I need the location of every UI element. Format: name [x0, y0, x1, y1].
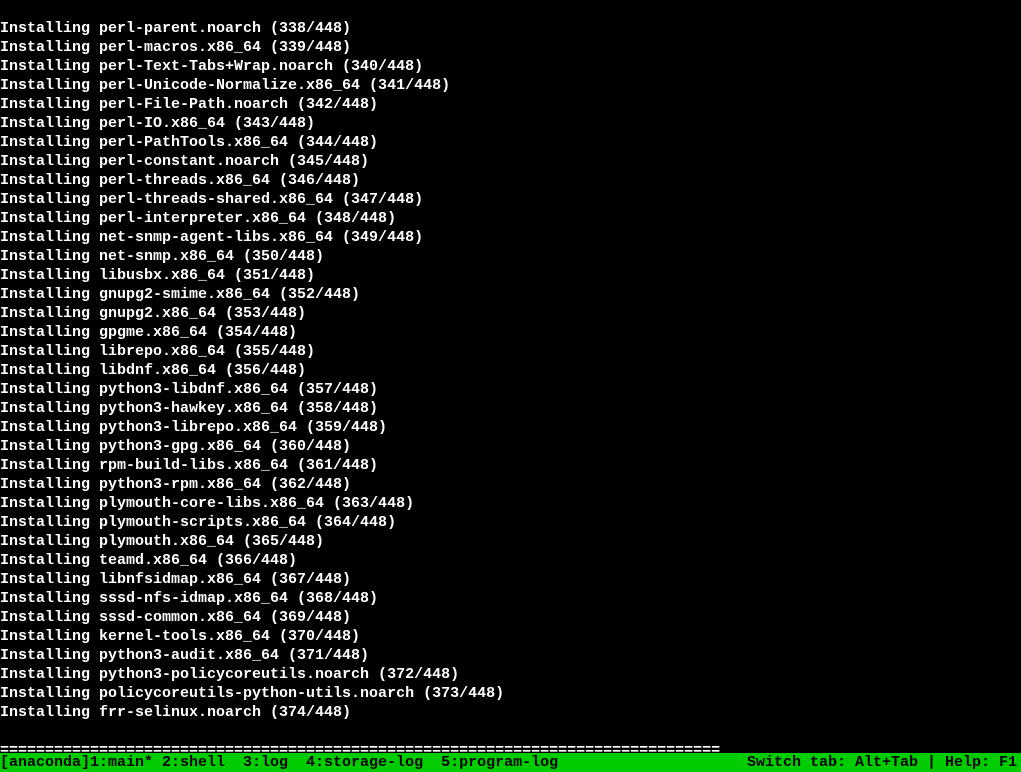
install-line: Installing python3-gpg.x86_64 (360/448)	[0, 437, 1021, 456]
install-log-block: Installing perl-parent.noarch (338/448)I…	[0, 19, 1021, 722]
install-line: Installing plymouth-scripts.x86_64 (364/…	[0, 513, 1021, 532]
install-line: Installing python3-policycoreutils.noarc…	[0, 665, 1021, 684]
install-line: Installing perl-Text-Tabs+Wrap.noarch (3…	[0, 57, 1021, 76]
install-line: Installing librepo.x86_64 (355/448)	[0, 342, 1021, 361]
status-bar-right: Switch tab: Alt+Tab | Help: F1	[747, 753, 1021, 772]
install-line: Installing perl-macros.x86_64 (339/448)	[0, 38, 1021, 57]
install-line: Installing sssd-nfs-idmap.x86_64 (368/44…	[0, 589, 1021, 608]
install-line: Installing perl-threads-shared.x86_64 (3…	[0, 190, 1021, 209]
install-line: Installing perl-threads.x86_64 (346/448)	[0, 171, 1021, 190]
install-line: Installing perl-interpreter.x86_64 (348/…	[0, 209, 1021, 228]
install-line: Installing teamd.x86_64 (366/448)	[0, 551, 1021, 570]
install-line: Installing gpgme.x86_64 (354/448)	[0, 323, 1021, 342]
install-line: Installing perl-File-Path.noarch (342/44…	[0, 95, 1021, 114]
install-line: Installing net-snmp.x86_64 (350/448)	[0, 247, 1021, 266]
install-line: Installing python3-rpm.x86_64 (362/448)	[0, 475, 1021, 494]
install-line: Installing libdnf.x86_64 (356/448)	[0, 361, 1021, 380]
install-line: Installing kernel-tools.x86_64 (370/448)	[0, 627, 1021, 646]
install-line: Installing perl-Unicode-Normalize.x86_64…	[0, 76, 1021, 95]
install-line: Installing frr-selinux.noarch (374/448)	[0, 703, 1021, 722]
install-line: Installing net-snmp-agent-libs.x86_64 (3…	[0, 228, 1021, 247]
install-line: Installing plymouth.x86_64 (365/448)	[0, 532, 1021, 551]
install-line: Installing perl-PathTools.x86_64 (344/44…	[0, 133, 1021, 152]
install-line: Installing policycoreutils-python-utils.…	[0, 684, 1021, 703]
install-line: Installing libnfsidmap.x86_64 (367/448)	[0, 570, 1021, 589]
install-line: Installing sssd-common.x86_64 (369/448)	[0, 608, 1021, 627]
install-line: Installing gnupg2-smime.x86_64 (352/448)	[0, 285, 1021, 304]
install-line: Installing gnupg2.x86_64 (353/448)	[0, 304, 1021, 323]
install-line: Installing perl-parent.noarch (338/448)	[0, 19, 1021, 38]
install-line: Installing python3-hawkey.x86_64 (358/44…	[0, 399, 1021, 418]
terminal-output: Installing perl-parent.noarch (338/448)I…	[0, 0, 1021, 753]
install-line: Installing python3-libdnf.x86_64 (357/44…	[0, 380, 1021, 399]
install-line: Installing rpm-build-libs.x86_64 (361/44…	[0, 456, 1021, 475]
install-line: Installing python3-librepo.x86_64 (359/4…	[0, 418, 1021, 437]
install-line: Installing perl-constant.noarch (345/448…	[0, 152, 1021, 171]
install-line: Installing plymouth-core-libs.x86_64 (36…	[0, 494, 1021, 513]
install-line: Installing libusbx.x86_64 (351/448)	[0, 266, 1021, 285]
status-bar-left[interactable]: [anaconda]1:main* 2:shell 3:log 4:storag…	[0, 753, 558, 772]
tmux-status-bar[interactable]: [anaconda]1:main* 2:shell 3:log 4:storag…	[0, 753, 1021, 772]
install-line: Installing perl-IO.x86_64 (343/448)	[0, 114, 1021, 133]
install-line: Installing python3-audit.x86_64 (371/448…	[0, 646, 1021, 665]
